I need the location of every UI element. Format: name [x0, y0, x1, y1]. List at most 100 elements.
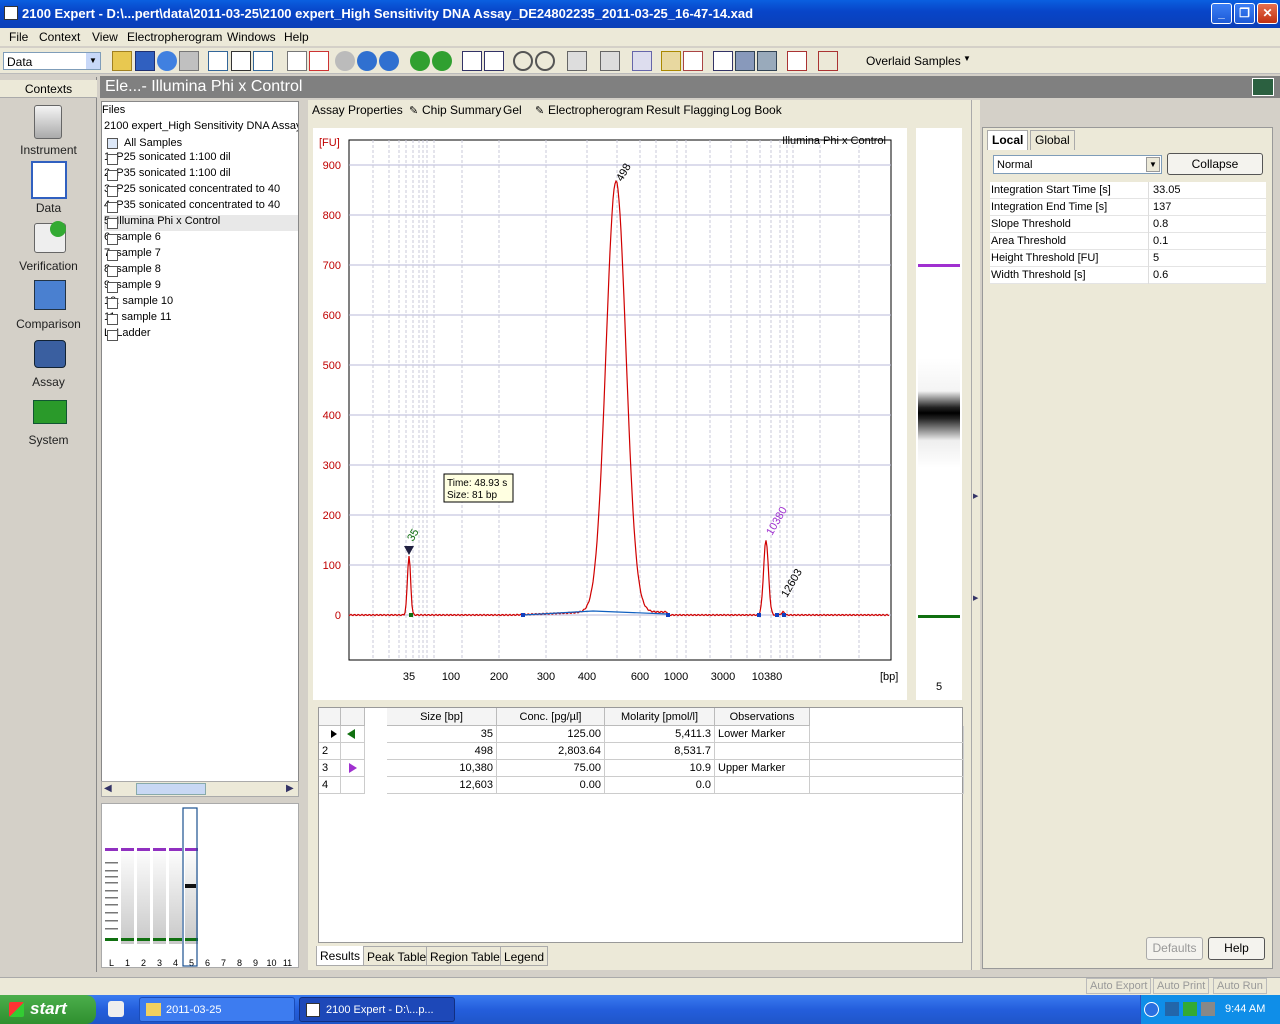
scroll-left-icon[interactable]: ◀: [104, 783, 112, 794]
tab-global[interactable]: Global: [1030, 130, 1075, 150]
tab-assay-properties[interactable]: Assay Properties: [308, 101, 407, 120]
column-header[interactable]: Molarity [pmol/l]: [605, 708, 715, 726]
context-verification[interactable]: Verification: [0, 259, 97, 273]
graph-icon[interactable]: [309, 51, 329, 71]
column-header[interactable]: Size [bp]: [387, 708, 497, 726]
tab-gel[interactable]: Gel: [499, 101, 526, 120]
property-value[interactable]: 0.6: [1153, 269, 1168, 281]
close-button[interactable]: ✕: [1257, 3, 1278, 24]
hand-tool-icon[interactable]: [600, 51, 620, 71]
checkbox[interactable]: [107, 170, 118, 181]
start-button[interactable]: start: [0, 995, 96, 1024]
peak-boundary-mark[interactable]: [782, 613, 786, 617]
peak-boundary-mark[interactable]: [409, 613, 413, 617]
baseline-icon[interactable]: [818, 51, 838, 71]
maximize-button[interactable]: ❐: [1234, 3, 1255, 24]
tab-chip-summary[interactable]: Chip Summary: [404, 101, 505, 120]
tab-region-table[interactable]: Region Table: [426, 946, 504, 966]
checkbox[interactable]: [107, 234, 118, 245]
peak-boundary-mark[interactable]: [757, 613, 761, 617]
menu-view[interactable]: View: [92, 30, 118, 44]
checkbox[interactable]: [107, 266, 118, 277]
menu-file[interactable]: File: [9, 30, 28, 44]
network-icon[interactable]: [1165, 1002, 1179, 1016]
property-row[interactable]: Integration End Time [s] 137: [990, 199, 1266, 216]
context-system[interactable]: System: [0, 433, 97, 447]
table-row[interactable]: 4 12,603 0.00 0.0: [319, 777, 964, 794]
checkbox[interactable]: [107, 298, 118, 309]
tree-sample-item[interactable]: 8: sample 8: [104, 263, 298, 279]
instrument-icon[interactable]: [34, 105, 62, 139]
checkbox[interactable]: [107, 250, 118, 261]
checkbox[interactable]: [107, 282, 118, 293]
task-folder[interactable]: 2011-03-25: [139, 997, 295, 1022]
gel-overview-lane[interactable]: [121, 846, 134, 944]
gel-overview-lane[interactable]: [185, 846, 198, 944]
tab-local[interactable]: Local: [987, 130, 1029, 150]
context-assay[interactable]: Assay: [0, 375, 97, 389]
checkbox[interactable]: [107, 186, 118, 197]
grid-view-icon[interactable]: [484, 51, 504, 71]
table-view-icon[interactable]: [253, 51, 273, 71]
scroll-right-icon[interactable]: ▶: [286, 783, 294, 794]
peak-boundary-mark[interactable]: [521, 613, 525, 617]
context-switch-icon[interactable]: [1252, 78, 1274, 96]
scroll-thumb[interactable]: [136, 783, 206, 795]
menu-help[interactable]: Help: [284, 30, 309, 44]
context-comparison[interactable]: Comparison: [0, 317, 97, 331]
context-data[interactable]: Data: [0, 201, 97, 215]
tree-sample-item[interactable]: 11: sample 11: [104, 311, 298, 327]
table-row[interactable]: 2 498 2,803.64 8,531.7: [319, 743, 964, 760]
pointer-tool-icon[interactable]: [567, 51, 587, 71]
measure-icon[interactable]: [632, 51, 652, 71]
tab-legend[interactable]: Legend: [500, 946, 549, 966]
peak-boundary-mark[interactable]: [775, 613, 779, 617]
menu-electropherogram[interactable]: Electropherogram: [127, 30, 222, 44]
property-value[interactable]: 5: [1153, 252, 1159, 264]
assay-icon[interactable]: [34, 340, 66, 368]
chevron-left-icon[interactable]: [1144, 1002, 1159, 1017]
electropherogram-svg[interactable]: 0 100 200 300 400 500 600 700 800 900 35 100 200 300 4…: [313, 128, 907, 700]
property-value[interactable]: 0.8: [1153, 218, 1168, 230]
tab-peak-table[interactable]: Peak Table: [363, 946, 431, 966]
menu-windows[interactable]: Windows: [227, 30, 276, 44]
property-row[interactable]: Height Threshold [FU] 5: [990, 250, 1266, 267]
chevron-right-icon[interactable]: ▶: [973, 492, 978, 500]
open-folder-icon[interactable]: [112, 51, 132, 71]
checkbox[interactable]: [107, 330, 118, 341]
arrow-right-icon[interactable]: [432, 51, 452, 71]
property-row[interactable]: Width Threshold [s] 0.6: [990, 267, 1266, 284]
table-icon[interactable]: [713, 51, 733, 71]
context-instrument[interactable]: Instrument: [0, 143, 97, 157]
play-icon[interactable]: [335, 51, 355, 71]
help-button[interactable]: Help: [1208, 937, 1265, 960]
gel-overview-lane[interactable]: [137, 846, 150, 944]
gel-overview-lane[interactable]: [169, 846, 182, 944]
gel-view-icon[interactable]: [231, 51, 251, 71]
tree-all-samples[interactable]: All Samples: [104, 135, 298, 151]
security-icon[interactable]: [1183, 1002, 1197, 1016]
tree-scrollbar[interactable]: ◀ ▶: [101, 781, 299, 797]
arrow-left-icon[interactable]: [410, 51, 430, 71]
minimize-button[interactable]: _: [1211, 3, 1232, 24]
list-icon[interactable]: [287, 51, 307, 71]
property-value[interactable]: 0.1: [1153, 235, 1168, 247]
electropherogram-chart[interactable]: 0 100 200 300 400 500 600 700 800 900 35 100 200 300 4…: [313, 128, 907, 700]
chevron-down-icon[interactable]: ▼: [963, 54, 971, 63]
property-row[interactable]: Integration Start Time [s] 33.05: [990, 182, 1266, 199]
stop-icon[interactable]: [379, 51, 399, 71]
checkbox[interactable]: [107, 202, 118, 213]
print-icon[interactable]: [179, 51, 199, 71]
gel-overview-lane[interactable]: [153, 846, 166, 944]
save-icon[interactable]: [135, 51, 155, 71]
tree-sample-item[interactable]: 1: P25 sonicated 1:100 dil: [104, 151, 298, 167]
export-icon[interactable]: [735, 51, 755, 71]
tree-sample-item[interactable]: 9: sample 9: [104, 279, 298, 295]
tree-sample-item[interactable]: 7: sample 7: [104, 247, 298, 263]
column-header[interactable]: Conc. [pg/µl]: [497, 708, 605, 726]
chevron-right-icon[interactable]: ▶: [973, 594, 978, 602]
menu-context[interactable]: Context: [39, 30, 80, 44]
tab-log-book[interactable]: Log Book: [727, 101, 786, 120]
pause-icon[interactable]: [357, 51, 377, 71]
context-select[interactable]: Data ▼: [3, 52, 101, 70]
